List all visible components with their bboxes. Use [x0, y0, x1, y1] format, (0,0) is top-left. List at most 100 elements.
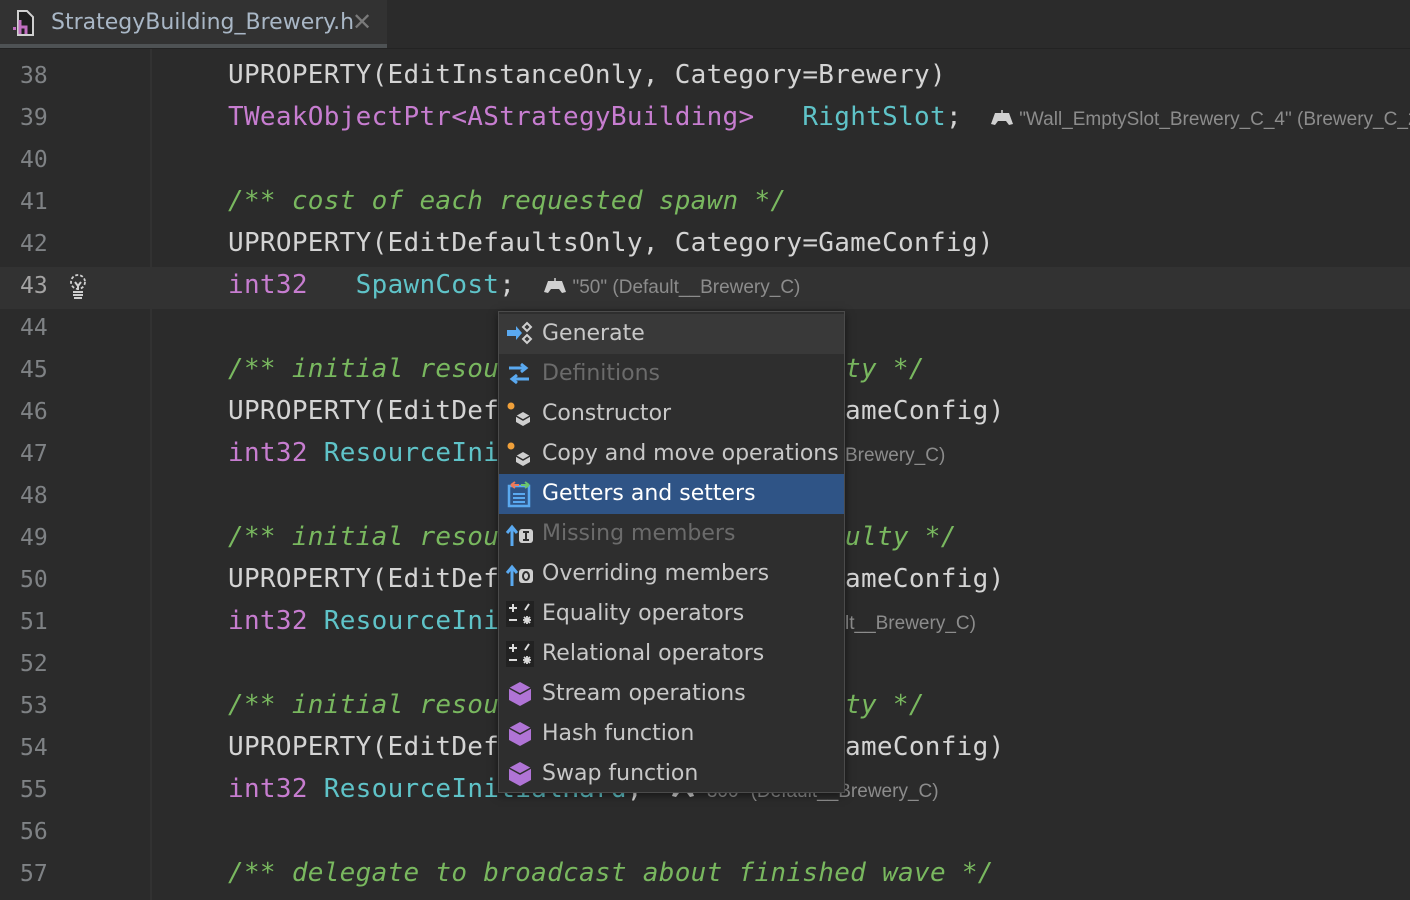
- menu-item-overriding-members[interactable]: Overriding members: [499, 554, 844, 594]
- code-text-right: ameConfig): [845, 564, 1005, 594]
- code-text: int32 ResourceIni: [228, 438, 499, 468]
- generate-popup-menu: Generate Definitions Constructor Copy and m…: [498, 311, 845, 793]
- menu-item-definitions[interactable]: Definitions: [499, 354, 844, 394]
- line-number[interactable]: 54: [20, 735, 48, 761]
- code-type: TWeakObjectPtr<AStrategyBuilding>: [228, 102, 755, 132]
- code-text-right: ameConfig): [845, 396, 1005, 426]
- code-line[interactable]: 38 UPROPERTY(EditInstanceOnly, Category=B…: [0, 57, 1410, 99]
- line-number[interactable]: 52: [20, 651, 48, 677]
- line-number[interactable]: 42: [20, 231, 48, 257]
- code-line[interactable]: 56: [0, 813, 1410, 855]
- inlay-hint-text: lt__Brewery_C): [845, 613, 976, 634]
- line-number[interactable]: 39: [20, 105, 48, 131]
- code-field: SpawnCost: [355, 270, 500, 300]
- code-token: ;: [945, 102, 962, 132]
- code-text-right: Brewery_C): [845, 438, 945, 468]
- code-text: /** initial resou: [228, 522, 499, 552]
- code-text: /** initial resou: [228, 354, 499, 384]
- code-line[interactable]: 39 TWeakObjectPtr<AStrategyBuilding> Righ…: [0, 99, 1410, 141]
- code-text: /** initial resou: [228, 690, 499, 720]
- implement-members-icon: [505, 524, 533, 546]
- inlay-hint[interactable]: "Wall_EmptySlot_Brewery_C_4" (Brewery_C_…: [962, 109, 1410, 130]
- code-token: UPROPERTY(EditInstanceOnly, Category=Bre…: [228, 60, 946, 90]
- code-text: UPROPERTY(EditDef: [228, 396, 499, 426]
- c-header-file-icon: [13, 10, 34, 36]
- line-number[interactable]: 47: [20, 441, 48, 467]
- code-text-right: ty */: [845, 354, 925, 384]
- code-text-right: ulty */: [845, 522, 957, 552]
- tab-title: StrategyBuilding_Brewery.h: [51, 10, 355, 35]
- menu-item-getters-and-setters[interactable]: Getters and setters: [499, 474, 844, 514]
- code-text: UPROPERTY(EditDefaultsOnly, Category=Gam…: [228, 228, 994, 258]
- inlay-hint-text: Brewery_C): [845, 445, 946, 466]
- inlay-hint[interactable]: "50" (Default__Brewery_C): [515, 277, 800, 298]
- code-line[interactable]: 40: [0, 141, 1410, 183]
- code-comment: /** initial resou: [228, 522, 500, 552]
- generate-icon: [507, 321, 533, 345]
- code-token: ameConfig): [845, 564, 1005, 594]
- line-number[interactable]: 46: [20, 399, 48, 425]
- code-token: ameConfig): [845, 732, 1005, 762]
- menu-item-hash-function[interactable]: Hash function: [499, 714, 844, 754]
- line-number[interactable]: 49: [20, 525, 48, 551]
- menu-item-swap-function[interactable]: Swap function: [499, 754, 844, 794]
- editor-tab[interactable]: StrategyBuilding_Brewery.h ✕: [0, 0, 387, 48]
- menu-item-label: Equality operators: [542, 601, 745, 626]
- code-line[interactable]: 41 /** cost of each requested spawn */: [0, 183, 1410, 225]
- constructor-icon: [507, 402, 531, 426]
- menu-item-missing-members[interactable]: Missing members: [499, 514, 844, 554]
- line-number[interactable]: 57: [20, 861, 48, 887]
- line-number[interactable]: 45: [20, 357, 48, 383]
- menu-item-label: Constructor: [542, 401, 672, 426]
- line-number[interactable]: 41: [20, 189, 48, 215]
- active-tab-indicator: [0, 44, 387, 48]
- lightbulb-icon[interactable]: [66, 272, 90, 302]
- cube-icon: [508, 682, 532, 706]
- constructor-icon: [507, 442, 531, 466]
- line-number[interactable]: 40: [20, 147, 48, 173]
- code-line[interactable]: 42 UPROPERTY(EditDefaultsOnly, Category=G…: [0, 225, 1410, 267]
- code-comment: ulty */: [845, 522, 957, 552]
- code-token: ;: [499, 270, 516, 300]
- line-number[interactable]: 44: [20, 315, 48, 341]
- code-token: UPROPERTY(EditDef: [228, 564, 500, 594]
- code-text-right: lt__Brewery_C): [845, 606, 976, 636]
- editor-tab-bar: StrategyBuilding_Brewery.h ✕: [0, 0, 1410, 49]
- menu-item-equality-operators[interactable]: Equality operators: [499, 594, 844, 634]
- menu-item-label: Swap function: [542, 761, 699, 786]
- menu-item-relational-operators[interactable]: Relational operators: [499, 634, 844, 674]
- code-text: /** delegate to broadcast about finished…: [228, 858, 994, 888]
- line-number[interactable]: 51: [20, 609, 48, 635]
- line-number[interactable]: 43: [20, 273, 48, 299]
- code-type: int32: [228, 270, 308, 300]
- menu-item-copy-and-move-operations[interactable]: Copy and move operations: [499, 434, 844, 474]
- menu-item-label: Definitions: [542, 361, 660, 386]
- line-number[interactable]: 55: [20, 777, 48, 803]
- menu-item-label: Hash function: [542, 721, 695, 746]
- code-line[interactable]: 43 int32 SpawnCost; "50" (Default__Brewer…: [0, 267, 1410, 309]
- cube-icon: [508, 722, 532, 746]
- menu-item-stream-operations[interactable]: Stream operations: [499, 674, 844, 714]
- code-token: ameConfig): [845, 396, 1005, 426]
- override-members-icon: [505, 564, 533, 586]
- inlay-hint-text: "50" (Default__Brewery_C): [572, 277, 801, 298]
- line-number[interactable]: 50: [20, 567, 48, 593]
- code-token: UPROPERTY(EditDefaultsOnly, Category=Gam…: [228, 228, 994, 258]
- line-number[interactable]: 38: [20, 63, 48, 89]
- code-text-right: ameConfig): [845, 732, 1005, 762]
- code-comment: /** cost of each requested spawn */: [228, 186, 787, 216]
- line-number[interactable]: 48: [20, 483, 48, 509]
- code-type: int32: [228, 774, 308, 804]
- line-number[interactable]: 56: [20, 819, 48, 845]
- code-text: int32 ResourceIni: [228, 606, 499, 636]
- close-tab-icon[interactable]: ✕: [352, 8, 372, 36]
- code-text: /** cost of each requested spawn */: [228, 186, 786, 216]
- menu-item-constructor[interactable]: Constructor: [499, 394, 844, 434]
- code-text: UPROPERTY(EditDef: [228, 732, 499, 762]
- code-comment: /** initial resou: [228, 354, 500, 384]
- line-number[interactable]: 53: [20, 693, 48, 719]
- code-line[interactable]: 57 /** delegate to broadcast about finish…: [0, 855, 1410, 897]
